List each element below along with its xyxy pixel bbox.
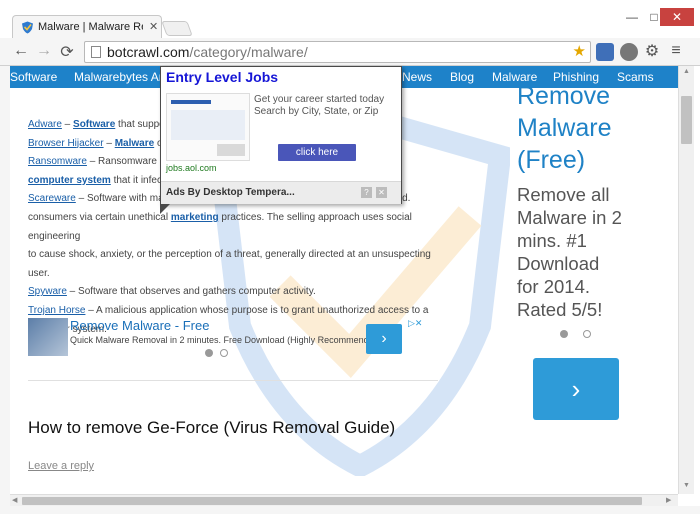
- sidebar-ad-body-line: Rated 5/5!: [517, 299, 603, 320]
- tab-close-icon[interactable]: ✕: [149, 20, 158, 33]
- computer-system-link[interactable]: computer system: [28, 175, 111, 186]
- adchoices-icon[interactable]: ▷✕: [408, 318, 422, 329]
- ad-arrow-button[interactable]: ›: [366, 324, 402, 354]
- forward-icon[interactable]: →: [35, 42, 53, 60]
- new-tab-button[interactable]: [161, 21, 193, 36]
- scroll-up-icon[interactable]: ▲: [683, 68, 690, 75]
- glossary-sep: –: [75, 193, 87, 205]
- nav-item-software[interactable]: Software: [10, 70, 57, 84]
- gear-icon[interactable]: ⚙: [643, 41, 661, 61]
- title-bar: Malware | Malware Remov ✕ — □ ✕: [0, 0, 700, 38]
- sidebar-carousel-dot-active[interactable]: [560, 330, 568, 338]
- glossary-item: Spyware – Software that observes and gat…: [28, 283, 448, 302]
- thumb-bar: [171, 100, 211, 104]
- vertical-scroll-thumb[interactable]: [681, 96, 692, 144]
- window-frame-bottom: [0, 506, 700, 514]
- shield-favicon-icon: [22, 21, 33, 34]
- glossary-term-link[interactable]: Browser Hijacker: [28, 138, 104, 149]
- eye-extension-icon[interactable]: [620, 43, 638, 61]
- sidebar-ad-title[interactable]: Remove Malware (Free): [517, 80, 677, 176]
- glossary-text: Ransomware (c: [98, 156, 169, 168]
- glossary-term-link[interactable]: Scareware: [28, 193, 76, 204]
- sidebar-ad-body-line: Remove all: [517, 184, 610, 205]
- glossary-item: consumers via certain unethical marketin…: [28, 209, 448, 246]
- window-frame-left: [0, 66, 10, 514]
- popup-thumbnail[interactable]: [166, 93, 250, 161]
- glossary-term-link[interactable]: Adware: [28, 119, 62, 130]
- scroll-down-icon[interactable]: ▼: [683, 482, 690, 489]
- sidebar-ad-body: Remove all Malware in 2 mins. #1 Downloa…: [517, 183, 677, 321]
- popup-text: Get your career started today Search by …: [254, 94, 385, 117]
- divider: [28, 380, 438, 381]
- sidebar-ad-title-line: Malware: [517, 114, 612, 142]
- tab-title: Malware | Malware Remov: [38, 21, 143, 33]
- glossary-term-link[interactable]: Trojan Horse: [28, 305, 85, 316]
- browser-toolbar: ← → ⟳ botcrawl.com/category/malware/ ★ ⚙…: [0, 38, 700, 66]
- sidebar-ad-body-line: Download: [517, 253, 600, 274]
- browser-tab[interactable]: Malware | Malware Remov ✕: [12, 15, 162, 38]
- sidebar-ad-body-line: mins. #1: [517, 230, 587, 251]
- minimize-button[interactable]: —: [620, 8, 644, 26]
- bookmark-star-icon[interactable]: ★: [573, 42, 586, 62]
- nav-item-news[interactable]: News: [402, 70, 432, 84]
- sidebar-carousel-dot[interactable]: [583, 330, 591, 338]
- glossary-sep: –: [61, 119, 74, 130]
- sidebar-ad-body-line: Malware in 2: [517, 207, 622, 228]
- glossary-item: to cause shock, anxiety, or the percepti…: [28, 249, 431, 279]
- popup-domain[interactable]: jobs.aol.com: [166, 163, 217, 173]
- nav-item-blog[interactable]: Blog: [450, 70, 474, 84]
- popup-ad[interactable]: Entry Level Jobs Get your career started…: [160, 66, 402, 204]
- page-icon: [91, 46, 101, 58]
- glossary-text: Software with mali: [86, 193, 169, 205]
- vertical-scrollbar[interactable]: ▲ ▼: [678, 66, 694, 494]
- carousel-dot-active[interactable]: [205, 349, 213, 357]
- carousel-dot[interactable]: [220, 349, 228, 357]
- nav-item-malwarebytes[interactable]: Malwarebytes Anti: [74, 70, 171, 84]
- reload-icon[interactable]: ⟳: [58, 42, 76, 62]
- popup-title[interactable]: Entry Level Jobs: [166, 69, 278, 85]
- glossary-term-link[interactable]: Spyware: [28, 286, 67, 297]
- help-icon[interactable]: ?: [361, 187, 372, 198]
- popup-footer-label: Ads By Desktop Tempera...: [166, 187, 295, 198]
- popup-click-button[interactable]: click here: [278, 144, 356, 161]
- sidebar-ad-body-line: for 2014.: [517, 276, 591, 297]
- horizontal-scrollbar[interactable]: ◀ ▶: [10, 494, 678, 506]
- extension-icon[interactable]: [596, 43, 614, 61]
- sidebar-ad-arrow-button[interactable]: ›: [533, 358, 619, 420]
- sidebar-ad-title-line: Remove: [517, 82, 611, 110]
- post-title[interactable]: How to remove Ge-Force (Virus Removal Gu…: [28, 418, 395, 438]
- malware-link[interactable]: Malware: [115, 138, 154, 149]
- horizontal-scroll-thumb[interactable]: [22, 497, 642, 505]
- menu-icon[interactable]: ≡: [667, 42, 685, 60]
- glossary-text: – Software that observes and gathers com…: [66, 286, 316, 298]
- software-link[interactable]: Software: [73, 119, 115, 130]
- sidebar-ad[interactable]: Remove Malware (Free) Remove all Malware…: [517, 80, 677, 420]
- sidebar-ad-title-line: (Free): [517, 146, 586, 174]
- leave-reply-link[interactable]: Leave a reply: [28, 460, 94, 472]
- thumb-block: [171, 110, 245, 140]
- scroll-right-icon[interactable]: ▶: [666, 496, 671, 504]
- popup-footer: Ads By Desktop Tempera... ? ✕: [161, 181, 401, 204]
- marketing-link[interactable]: marketing: [171, 212, 219, 223]
- glossary-term-link[interactable]: Ransomware: [28, 156, 87, 167]
- ad-description: Quick Malware Removal in 2 minutes. Free…: [70, 335, 382, 345]
- glossary-sep: –: [103, 137, 115, 149]
- url-path: /category/malware/: [189, 44, 308, 60]
- close-window-button[interactable]: ✕: [660, 8, 694, 26]
- popup-close-icon[interactable]: ✕: [376, 187, 387, 198]
- thumb-block: [217, 144, 245, 156]
- address-bar[interactable]: botcrawl.com/category/malware/ ★: [84, 41, 591, 63]
- ad-image[interactable]: [28, 318, 68, 356]
- ad-title[interactable]: Remove Malware - Free: [70, 318, 209, 333]
- popup-pointer: [160, 204, 170, 214]
- glossary-text: consumers via certain unethical: [28, 211, 171, 223]
- scroll-left-icon[interactable]: ◀: [12, 496, 17, 504]
- glossary-text: – A malicious application whose purpose …: [85, 304, 429, 316]
- glossary-sep: –: [86, 156, 99, 168]
- url-domain: botcrawl.com: [107, 44, 190, 60]
- back-icon[interactable]: ←: [12, 42, 30, 60]
